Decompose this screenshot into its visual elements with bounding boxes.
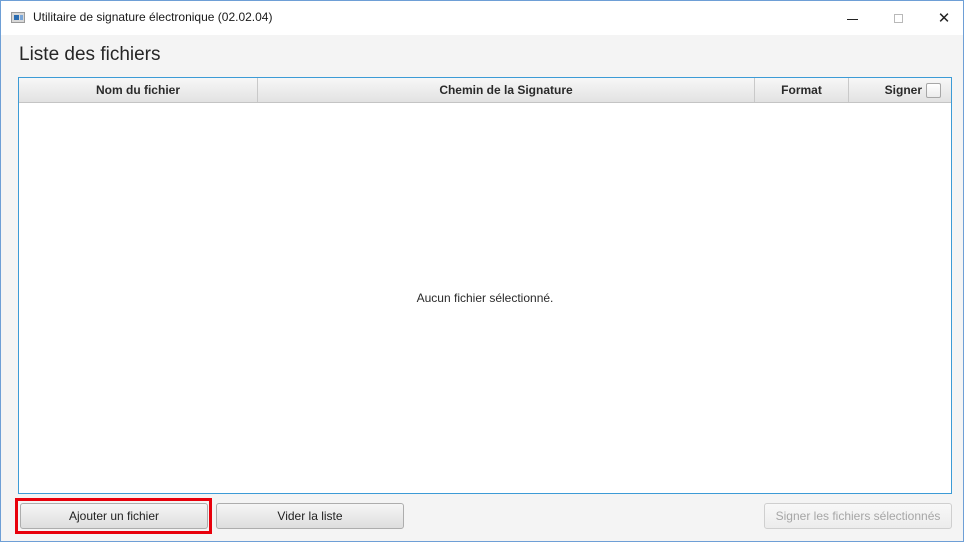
empty-table-message: Aucun fichier sélectionné. bbox=[416, 291, 554, 305]
app-icon bbox=[11, 12, 25, 23]
page-title: Liste des fichiers bbox=[19, 44, 161, 65]
sign-selected-files-button[interactable]: Signer les fichiers sélectionnés bbox=[764, 503, 952, 529]
maximize-button[interactable] bbox=[875, 1, 921, 35]
close-button[interactable]: ✕ bbox=[921, 1, 964, 35]
minimize-icon bbox=[846, 18, 858, 20]
select-all-checkbox[interactable] bbox=[926, 82, 941, 98]
add-file-button[interactable]: Ajouter un fichier bbox=[20, 503, 208, 529]
close-icon: ✕ bbox=[937, 8, 951, 27]
table-header: Nom du fichier Chemin de la Signature Fo… bbox=[19, 78, 951, 103]
files-table[interactable]: Nom du fichier Chemin de la Signature Fo… bbox=[18, 77, 952, 494]
column-header-file-name[interactable]: Nom du fichier bbox=[19, 78, 258, 102]
app-window: Utilitaire de signature électronique (02… bbox=[0, 0, 964, 542]
column-header-sign[interactable]: Signer bbox=[849, 78, 951, 102]
minimize-button[interactable] bbox=[829, 1, 875, 35]
column-header-sign-label: Signer bbox=[884, 83, 922, 97]
clear-list-button[interactable]: Vider la liste bbox=[216, 503, 404, 529]
title-bar[interactable]: Utilitaire de signature électronique (02… bbox=[1, 1, 963, 35]
window-title: Utilitaire de signature électronique (02… bbox=[33, 10, 273, 24]
maximize-icon bbox=[893, 13, 903, 23]
column-header-format[interactable]: Format bbox=[755, 78, 849, 102]
column-header-signature-path[interactable]: Chemin de la Signature bbox=[258, 78, 755, 102]
